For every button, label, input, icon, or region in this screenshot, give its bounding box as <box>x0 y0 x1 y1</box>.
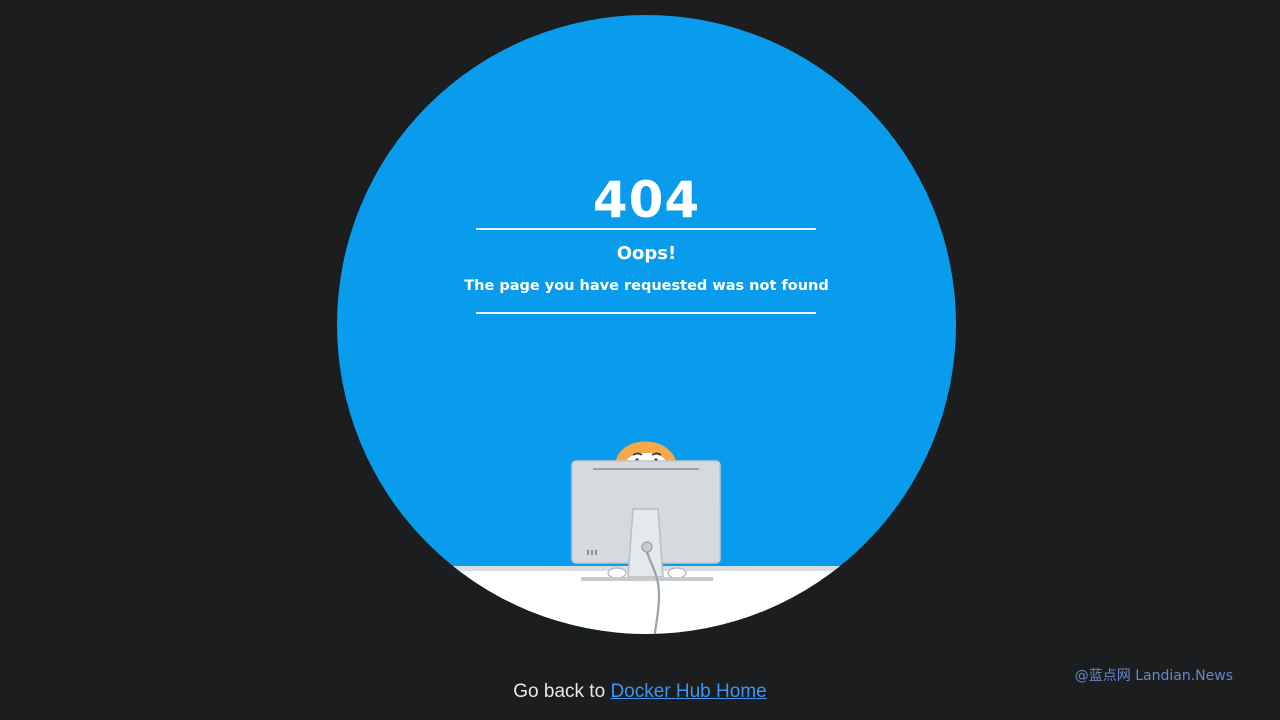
divider-bottom <box>476 312 816 314</box>
error-circle: 404 Oops! The page you have requested wa… <box>337 15 956 634</box>
monitor-icon <box>571 460 721 581</box>
page: 404 Oops! The page you have requested wa… <box>0 0 1280 720</box>
divider-top <box>476 228 816 230</box>
watermark: @蓝点网 Landian.News <box>1074 668 1233 684</box>
docker-hub-home-link[interactable]: Docker Hub Home <box>610 681 766 702</box>
footer-prefix: Go back to <box>513 681 611 702</box>
error-title: Oops! <box>616 243 677 264</box>
person-behind-monitor-illustration <box>571 441 721 634</box>
error-message: The page you have requested was not foun… <box>464 278 829 294</box>
error-code: 404 <box>592 171 701 229</box>
